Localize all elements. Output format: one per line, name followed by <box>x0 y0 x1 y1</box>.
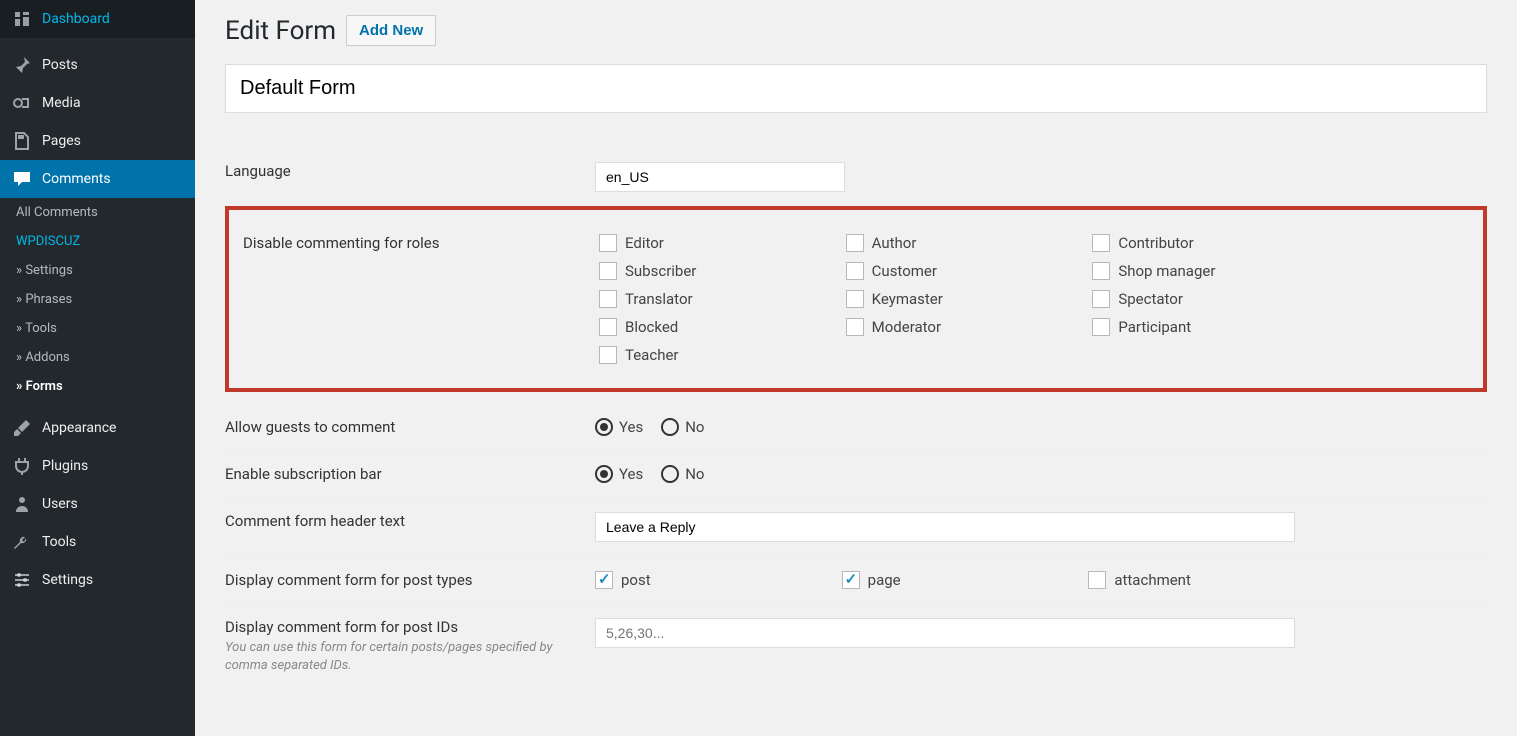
role-checkbox[interactable]: Spectator <box>1092 290 1319 308</box>
nav-pages[interactable]: Pages <box>0 122 195 160</box>
nav-users[interactable]: Users <box>0 485 195 523</box>
radio-input[interactable] <box>595 418 613 436</box>
plug-icon <box>12 456 32 476</box>
checkbox-input[interactable] <box>599 262 617 280</box>
enable-sub-label: Enable subscription bar <box>225 465 595 483</box>
header-text-label: Comment form header text <box>225 512 595 542</box>
nav-label: Appearance <box>42 420 116 436</box>
radio-input[interactable] <box>661 418 679 436</box>
main-content: Edit Form Add New Language Disable comme… <box>195 0 1517 736</box>
users-icon <box>12 494 32 514</box>
sub-forms[interactable]: » Forms <box>0 372 195 401</box>
guests-no-radio[interactable]: No <box>661 418 704 436</box>
roles-grid: Editor Author Contributor Subscriber Cus… <box>599 234 1319 364</box>
nav-media[interactable]: Media <box>0 84 195 122</box>
posttype-checkbox[interactable]: post <box>595 571 822 589</box>
checkbox-input[interactable] <box>599 290 617 308</box>
nav-label: Posts <box>42 57 78 73</box>
sub-settings[interactable]: » Settings <box>0 256 195 285</box>
role-checkbox[interactable]: Customer <box>846 262 1073 280</box>
role-checkbox[interactable]: Blocked <box>599 318 826 336</box>
posttype-checkbox[interactable]: page <box>842 571 1069 589</box>
sub-yes-radio[interactable]: Yes <box>595 465 643 483</box>
nav-label: Comments <box>42 171 111 187</box>
nav-label: Pages <box>42 133 81 149</box>
language-label: Language <box>225 162 595 192</box>
nav-admin-tools[interactable]: Tools <box>0 523 195 561</box>
role-checkbox[interactable]: Translator <box>599 290 826 308</box>
posttype-checkbox[interactable]: attachment <box>1088 571 1315 589</box>
pin-icon <box>12 55 32 75</box>
checkbox-input[interactable] <box>1088 571 1106 589</box>
role-checkbox[interactable]: Subscriber <box>599 262 826 280</box>
nav-posts[interactable]: Posts <box>0 46 195 84</box>
checkbox-input[interactable] <box>846 318 864 336</box>
checkbox-input[interactable] <box>842 571 860 589</box>
checkbox-input[interactable] <box>846 234 864 252</box>
checkbox-input[interactable] <box>599 318 617 336</box>
admin-sidebar: Dashboard Posts Media Pages Comments All… <box>0 0 195 736</box>
nav-settings[interactable]: Settings <box>0 561 195 599</box>
checkbox-input[interactable] <box>846 290 864 308</box>
nav-label: Plugins <box>42 458 88 474</box>
roles-highlight-box: Disable commenting for roles Editor Auth… <box>225 206 1487 392</box>
post-ids-label: Display comment form for post IDs You ca… <box>225 618 595 675</box>
language-input[interactable] <box>595 162 845 192</box>
nav-dashboard[interactable]: Dashboard <box>0 0 195 38</box>
checkbox-input[interactable] <box>1092 318 1110 336</box>
checkbox-input[interactable] <box>1092 234 1110 252</box>
radio-input[interactable] <box>595 465 613 483</box>
role-checkbox[interactable]: Shop manager <box>1092 262 1319 280</box>
role-checkbox[interactable]: Teacher <box>599 346 826 364</box>
pages-icon <box>12 131 32 151</box>
form-title-input[interactable] <box>225 64 1487 113</box>
sub-wpdiscuz[interactable]: WPDISCUZ <box>0 227 195 256</box>
checkbox-input[interactable] <box>1092 290 1110 308</box>
nav-appearance[interactable]: Appearance <box>0 409 195 447</box>
dashboard-icon <box>12 9 32 29</box>
sub-addons[interactable]: » Addons <box>0 343 195 372</box>
post-ids-hint: You can use this form for certain posts/… <box>225 639 575 675</box>
header-text-input[interactable] <box>595 512 1295 542</box>
sub-phrases[interactable]: » Phrases <box>0 285 195 314</box>
checkbox-input[interactable] <box>599 234 617 252</box>
guests-yes-radio[interactable]: Yes <box>595 418 643 436</box>
nav-label: Users <box>42 496 78 512</box>
post-ids-input[interactable] <box>595 618 1295 648</box>
checkbox-input[interactable] <box>599 346 617 364</box>
sub-all-comments[interactable]: All Comments <box>0 198 195 227</box>
role-checkbox[interactable]: Contributor <box>1092 234 1319 252</box>
sliders-icon <box>12 570 32 590</box>
nav-plugins[interactable]: Plugins <box>0 447 195 485</box>
nav-label: Media <box>42 95 81 111</box>
brush-icon <box>12 418 32 438</box>
page-title: Edit Form <box>225 16 336 46</box>
wrench-icon <box>12 532 32 552</box>
role-checkbox[interactable]: Moderator <box>846 318 1073 336</box>
media-icon <box>12 93 32 113</box>
nav-label: Settings <box>42 572 93 588</box>
disable-roles-label: Disable commenting for roles <box>229 234 599 364</box>
role-checkbox[interactable]: Keymaster <box>846 290 1073 308</box>
radio-input[interactable] <box>661 465 679 483</box>
checkbox-input[interactable] <box>595 571 613 589</box>
role-checkbox[interactable]: Participant <box>1092 318 1319 336</box>
allow-guests-label: Allow guests to comment <box>225 418 595 436</box>
post-types-label: Display comment form for post types <box>225 571 595 589</box>
add-new-button[interactable]: Add New <box>346 15 436 46</box>
sub-tools[interactable]: » Tools <box>0 314 195 343</box>
role-checkbox[interactable]: Author <box>846 234 1073 252</box>
checkbox-input[interactable] <box>1092 262 1110 280</box>
nav-label: Tools <box>42 534 76 550</box>
nav-comments[interactable]: Comments <box>0 160 195 198</box>
comment-icon <box>12 169 32 189</box>
nav-label: Dashboard <box>42 11 110 27</box>
sub-no-radio[interactable]: No <box>661 465 704 483</box>
checkbox-input[interactable] <box>846 262 864 280</box>
role-checkbox[interactable]: Editor <box>599 234 826 252</box>
